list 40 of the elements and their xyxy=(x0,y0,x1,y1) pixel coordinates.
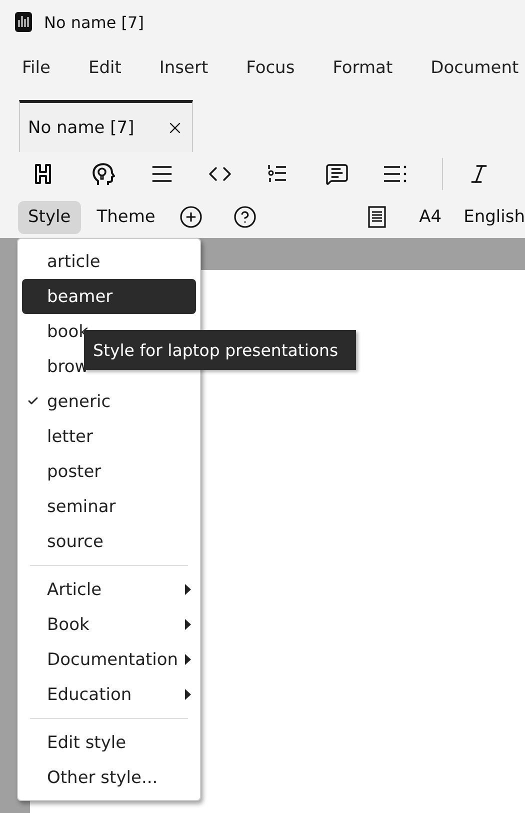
menu-item[interactable]: Format xyxy=(322,58,403,78)
comment-icon xyxy=(324,162,349,186)
submenu-arrow-icon xyxy=(185,689,191,700)
menu-item[interactable]: Insert xyxy=(149,58,218,78)
style-button[interactable]: Style xyxy=(18,200,81,234)
menu-item[interactable]: source xyxy=(22,524,196,559)
check-icon xyxy=(27,395,39,407)
help-icon xyxy=(233,205,258,229)
paper-size-label[interactable]: A4 xyxy=(419,207,442,227)
menu-item[interactable]: seminar xyxy=(22,489,196,524)
menu-item[interactable]: Other style... xyxy=(22,760,196,795)
theme-button[interactable]: Theme xyxy=(86,200,166,234)
tooltip: Style for laptop presentations xyxy=(84,330,356,370)
menu-item[interactable]: Edit xyxy=(78,58,132,78)
numbered-list-icon xyxy=(266,164,286,184)
menu-item[interactable]: Focus xyxy=(236,58,305,78)
menu-item[interactable]: beamer xyxy=(22,279,196,314)
window-title: No name [7] xyxy=(44,12,144,32)
menu-item[interactable]: poster xyxy=(22,454,196,489)
menu-item[interactable]: letter xyxy=(22,419,196,454)
heading-icon xyxy=(33,163,53,185)
menu-item[interactable]: Book xyxy=(22,607,196,642)
menu-item[interactable]: Document xyxy=(420,58,525,78)
document-tab[interactable]: No name [7] xyxy=(19,100,193,152)
page-icon xyxy=(368,206,386,228)
menu-item[interactable]: generic xyxy=(22,384,196,419)
menu-item[interactable]: Education xyxy=(22,677,196,712)
plus-icon xyxy=(179,205,204,229)
menu-item[interactable]: article xyxy=(22,244,196,279)
submenu-arrow-icon xyxy=(185,619,191,630)
menu-item[interactable]: Documentation xyxy=(22,642,196,677)
app-logo-icon xyxy=(15,12,32,32)
menu-item[interactable]: File xyxy=(12,58,60,78)
menu-item[interactable]: Article xyxy=(22,572,196,607)
lines-dots-icon xyxy=(383,165,408,183)
head-lightbulb-icon xyxy=(91,161,116,187)
submenu-arrow-icon xyxy=(185,654,191,665)
language-label[interactable]: English xyxy=(464,207,525,227)
menu-item[interactable]: Edit style xyxy=(22,725,196,760)
submenu-arrow-icon xyxy=(185,584,191,595)
